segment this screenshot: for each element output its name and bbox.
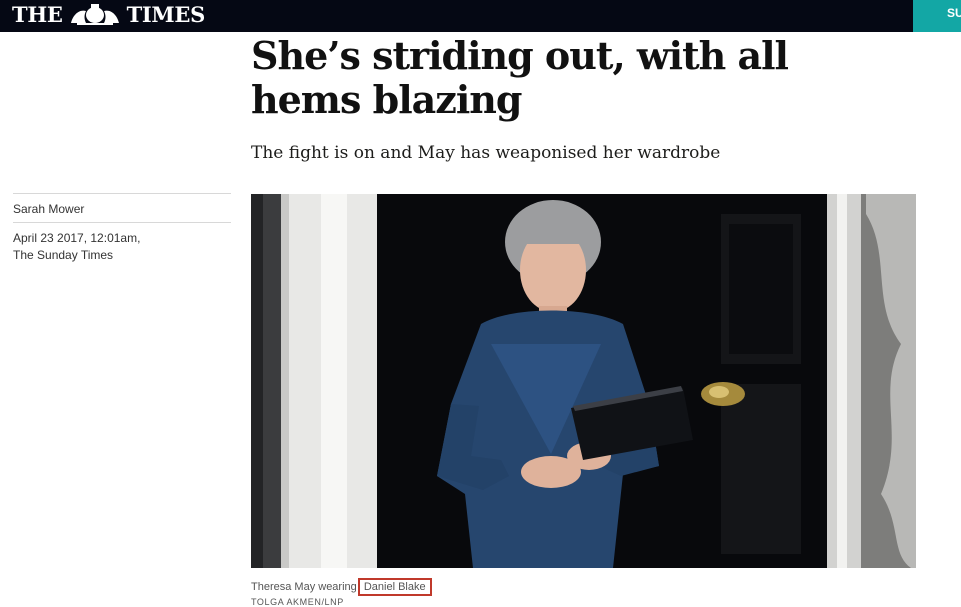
article-photo <box>251 194 916 568</box>
masthead-right-word: TIMES <box>126 1 206 27</box>
article-headline: She’s striding out, with all hems blazin… <box>251 33 789 122</box>
article-dateline: April 23 2017, 12:01am, The Sunday Times <box>13 230 231 264</box>
subscribe-button[interactable]: SU <box>913 0 961 32</box>
byline-divider <box>13 222 231 223</box>
article-standfirst: The fight is on and May has weaponised h… <box>251 143 721 163</box>
royal-crest-icon <box>70 4 119 25</box>
byline-divider <box>13 193 231 194</box>
publication-name: The Sunday Times <box>13 248 114 262</box>
caption-text: Theresa May wearing <box>251 581 357 593</box>
masthead-left-word: THE <box>12 1 63 27</box>
photo-credit: TOLGA AKMEN/LNP <box>251 597 344 607</box>
top-navigation-bar: THE TIMES SU <box>0 0 961 32</box>
publish-date: April 23 2017, 12:01am, <box>13 231 141 245</box>
caption-highlight-box: Daniel Blake <box>357 578 432 596</box>
author-link[interactable]: Sarah Mower <box>13 202 84 216</box>
masthead-logo[interactable]: THE TIMES <box>12 0 205 28</box>
photo-caption: Theresa May wearing Daniel Blake <box>251 578 432 596</box>
caption-designer-name: Daniel Blake <box>363 581 426 593</box>
